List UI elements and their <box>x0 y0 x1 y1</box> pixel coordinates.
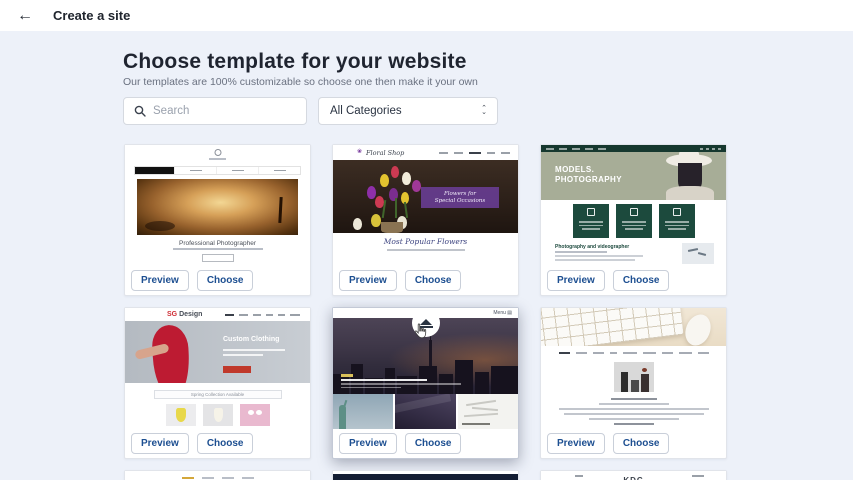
template-thumbnail <box>541 308 726 429</box>
template-card-models-photography[interactable]: MODELS.PHOTOGRAPHY Photography and video… <box>540 144 727 296</box>
preview-button[interactable]: Preview <box>339 433 397 454</box>
mouse-cursor-icon <box>413 323 427 339</box>
thumb-photo <box>682 243 714 264</box>
feature-tiles <box>573 204 695 238</box>
template-card-partial-1[interactable] <box>124 470 311 480</box>
search-input[interactable] <box>153 105 293 117</box>
choose-button[interactable]: Choose <box>613 270 670 291</box>
template-card-photographer[interactable]: Professional Photographer Preview Choose <box>124 144 311 296</box>
preview-button[interactable]: Preview <box>339 270 397 291</box>
keyboard-desk-photo <box>541 308 726 346</box>
flower-logo-icon: ❀ <box>357 149 362 155</box>
thumb-title: Professional Photographer <box>125 240 310 247</box>
category-selected-value: All Categories <box>330 105 402 117</box>
page-title: Create a site <box>53 8 130 23</box>
thumb-caption: Most Popular Flowers <box>333 237 518 246</box>
template-card-city-blog[interactable]: Menu ▤ <box>332 307 519 459</box>
main-area: Choose template for your website Our tem… <box>0 31 853 480</box>
mouse-shape <box>681 311 715 346</box>
hero-banner: Custom Clothing <box>125 321 310 383</box>
thumbnail-strip <box>333 394 518 429</box>
office-bw-photo <box>614 362 654 392</box>
hero-text-overlay <box>341 374 461 389</box>
statue-of-liberty-photo <box>333 394 393 429</box>
promo-banner: Spring Collection Available <box>154 390 282 399</box>
thumb-logo-text: SG Design <box>167 311 202 318</box>
preview-button[interactable]: Preview <box>131 433 189 454</box>
category-dropdown[interactable]: All Categories ⌃⌄ <box>318 97 498 125</box>
preview-button[interactable]: Preview <box>547 270 605 291</box>
search-box[interactable] <box>123 97 307 125</box>
choose-button[interactable]: Choose <box>613 433 670 454</box>
thumb-navbar <box>134 166 301 175</box>
night-sky-photo <box>395 394 455 429</box>
promo-banner: Flowers for Special Occasions <box>421 187 499 208</box>
template-card-sg-design[interactable]: SG Design Custom Clothing Spring Collect… <box>124 307 311 459</box>
template-card-floral-shop[interactable]: ❀ Floral Shop <box>332 144 519 296</box>
thumb-logo-icon <box>214 149 221 156</box>
thumb-logo-text: KDC <box>541 476 726 480</box>
thumb-navbar <box>333 474 518 480</box>
thumb-menu-label: Menu ▤ <box>493 310 512 316</box>
hero-cta-button <box>223 366 251 373</box>
template-card-kdc[interactable]: KDC <box>540 470 727 480</box>
section-heading: Choose template for your website <box>123 50 467 74</box>
template-grid: Professional Photographer Preview Choose… <box>124 144 727 480</box>
template-card-keyboard-business[interactable]: Preview Choose <box>540 307 727 459</box>
template-card-partial-2[interactable] <box>332 470 519 480</box>
template-thumbnail: MODELS.PHOTOGRAPHY Photography and video… <box>541 145 726 266</box>
template-thumbnail: SG Design Custom Clothing Spring Collect… <box>125 308 310 429</box>
thumb-navbar <box>541 352 726 354</box>
template-thumbnail: Menu ▤ <box>333 308 518 429</box>
thumb-text-lines <box>541 398 726 425</box>
thumb-logo-text: Floral Shop <box>366 149 404 157</box>
back-icon[interactable]: ← <box>17 8 33 24</box>
template-thumbnail: Professional Photographer <box>125 145 310 266</box>
hero-banner: MODELS.PHOTOGRAPHY <box>541 152 726 200</box>
chevron-up-down-icon: ⌃⌄ <box>481 107 487 115</box>
app-window: ← Create a site Choose template for your… <box>0 0 853 480</box>
choose-button[interactable]: Choose <box>197 433 254 454</box>
product-thumbnails <box>166 404 270 426</box>
section-subtitle: Our templates are 100% customizable so c… <box>123 76 478 88</box>
preview-button[interactable]: Preview <box>131 270 189 291</box>
choose-button[interactable]: Choose <box>197 270 254 291</box>
tulip-bouquet-photo: Flowers for Special Occasions <box>333 160 518 233</box>
thumb-navbar <box>541 145 726 152</box>
topbar: ← Create a site <box>0 0 853 31</box>
search-icon <box>134 105 146 117</box>
thumb-navbar <box>125 477 310 479</box>
thumb-cta-button <box>202 254 234 262</box>
choose-button[interactable]: Choose <box>405 270 462 291</box>
sketch-image <box>458 394 518 429</box>
template-thumbnail: ❀ Floral Shop <box>333 145 518 266</box>
sunset-field-photo <box>137 179 298 235</box>
choose-button[interactable]: Choose <box>405 433 462 454</box>
preview-button[interactable]: Preview <box>547 433 605 454</box>
keyboard-shape <box>541 308 684 346</box>
section-title-text: Photography and videographer <box>555 244 629 250</box>
